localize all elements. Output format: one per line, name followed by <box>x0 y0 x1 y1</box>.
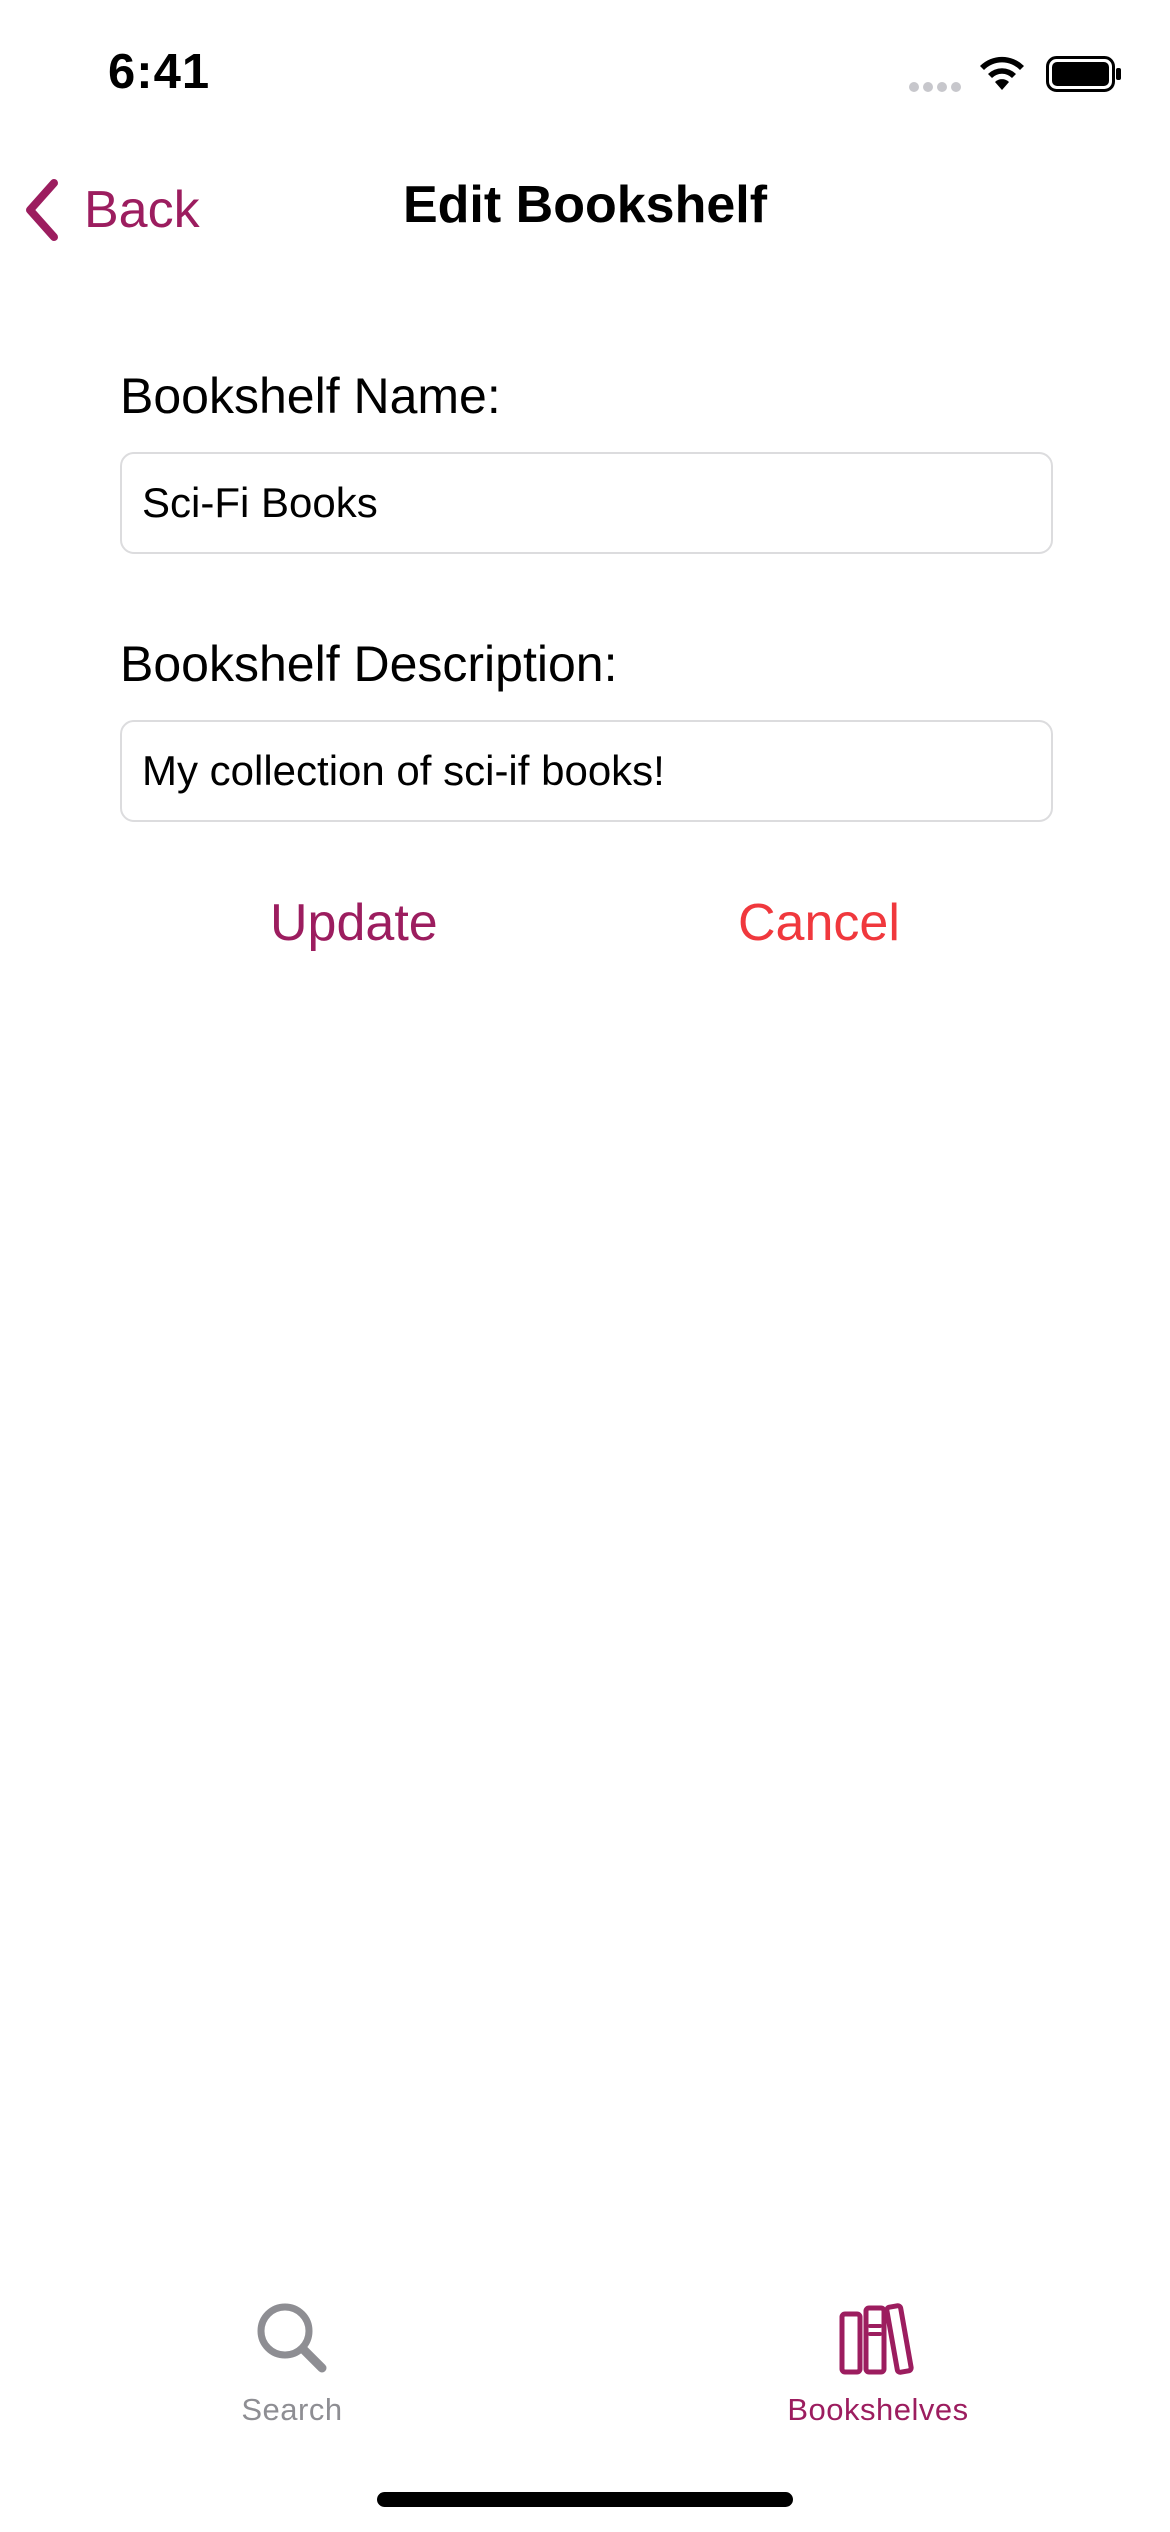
bookshelf-description-input[interactable] <box>120 720 1053 822</box>
status-bar: 6:41 <box>0 0 1170 150</box>
wifi-icon <box>980 56 1024 90</box>
bookshelf-name-input[interactable] <box>120 452 1053 554</box>
tab-bookshelves[interactable]: Bookshelves <box>728 2298 1028 2438</box>
status-time: 6:41 <box>108 45 211 99</box>
bookshelf-description-label: Bookshelf Description: <box>120 636 618 692</box>
tab-search[interactable]: Search <box>142 2298 442 2438</box>
home-indicator[interactable] <box>377 2492 793 2507</box>
battery-icon <box>1046 56 1121 92</box>
cancel-button[interactable]: Cancel <box>738 878 900 968</box>
edit-bookshelf-form: Bookshelf Name: Bookshelf Description: <box>120 358 1053 822</box>
books-icon <box>839 2303 914 2375</box>
navigation-bar: Back Edit Bookshelf <box>0 150 1170 270</box>
bookshelf-name-label: Bookshelf Name: <box>120 368 501 424</box>
edit-bookshelf-screen: 6:41 Back Edit Bookshelf Bookshelf Name:… <box>0 0 1170 2532</box>
tab-bar: Search Bookshelves <box>0 2280 1170 2440</box>
signal-icon <box>909 82 961 92</box>
form-actions: Update Cancel <box>120 878 1053 968</box>
page-title: Edit Bookshelf <box>402 176 768 234</box>
search-icon <box>257 2303 327 2373</box>
tab-bookshelves-label: Bookshelves <box>787 2392 969 2427</box>
tab-search-label: Search <box>241 2392 343 2427</box>
update-button[interactable]: Update <box>270 878 438 968</box>
